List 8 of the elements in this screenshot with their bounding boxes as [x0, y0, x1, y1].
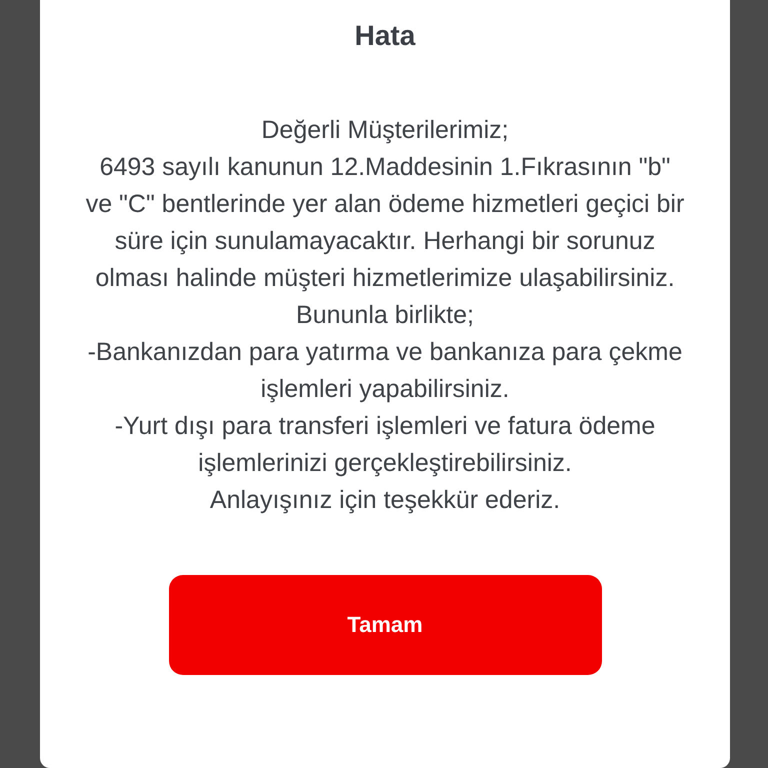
ok-button[interactable]: Tamam [168, 575, 602, 675]
dialog-title: Hata [354, 20, 416, 52]
message-text: -Yurt dışı para transferi işlemleri ve fatura ödeme işlemlerinizi gerçekleştirebilirsiniz. [114, 411, 656, 479]
message-text: Anlayışınız için teşekkür ederiz. [210, 485, 560, 516]
message-text: 6493 sayılı kanunun 12.Maddesinin 1.Fıkrasının "b" ve "C" bentlerinde yer alan ödeme hizmetleri geçici bir süre için sunulamayacaktır. Herhangi bir sorunuz olması halinde müşteri hizmetlerimize ulaşabilirsiniz. [85, 152, 685, 294]
message-text: Değerli Müşterilerimiz; [261, 115, 509, 146]
message-text: Bununla birlikte; [296, 300, 474, 331]
message-text: -Bankanızdan para yatırma ve bankanıza para çekme işlemleri yapabilirsiniz. [86, 337, 684, 405]
